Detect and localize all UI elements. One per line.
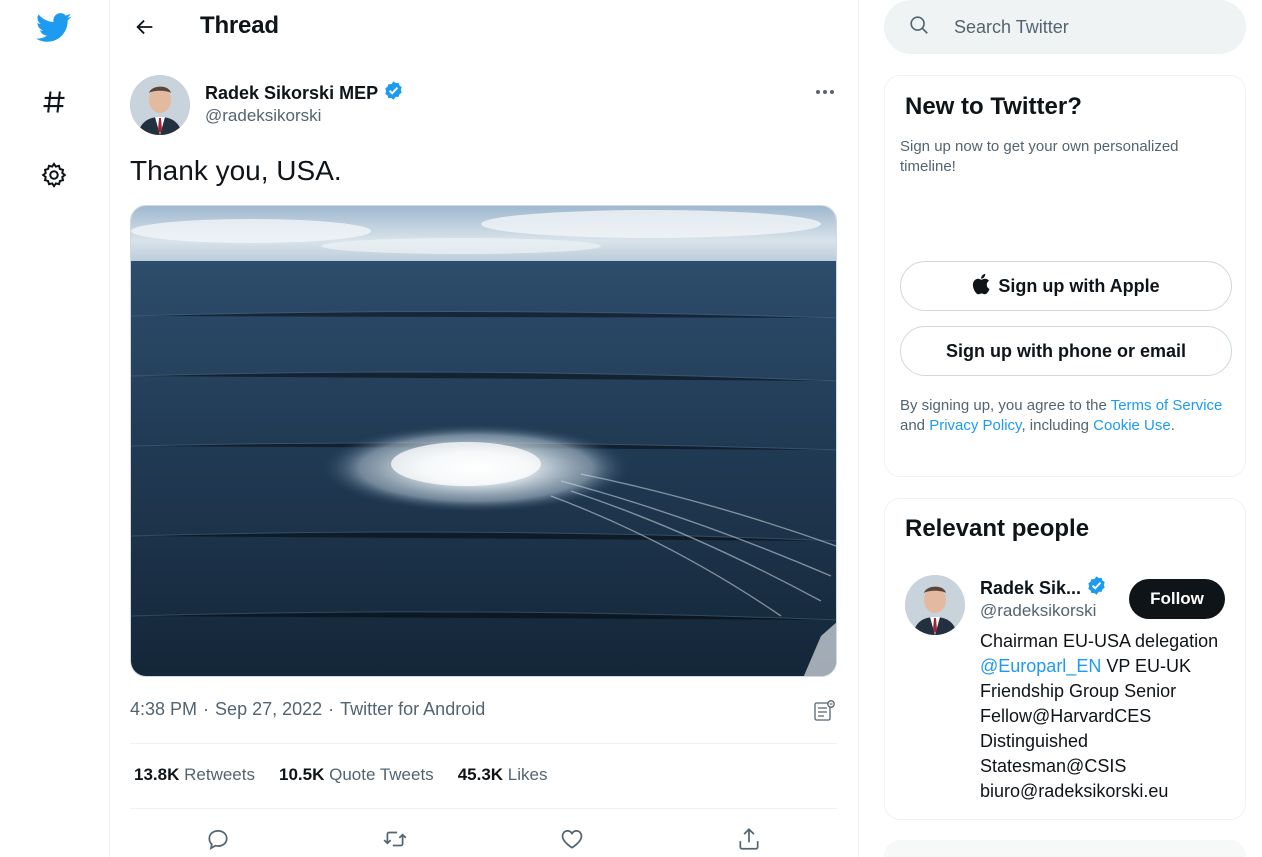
author-handle[interactable]: @radeksikorski [205,106,321,126]
phone-button-label: Sign up with phone or email [945,340,1186,361]
author-name-row[interactable]: Radek Sikorski MEP [205,80,404,106]
europarl-mention-link[interactable]: @Europarl_EN [980,656,1101,676]
search-box[interactable] [884,0,1246,54]
like-heart-icon[interactable] [555,822,589,856]
tweet-source[interactable]: Twitter for Android [340,699,485,720]
signup-subtitle: Sign up now to get your own personalized… [900,138,1179,175]
relevant-people-card: Relevant people Radek Sik... @radeksikor… [884,498,1246,820]
reply-icon[interactable] [201,822,235,856]
author-name[interactable]: Radek Sikorski MEP [205,83,378,104]
more-options-icon[interactable] [810,78,840,106]
meta-separator: · [203,699,210,719]
apple-icon [972,273,990,300]
card-title: Relevant people [905,515,1090,542]
person-bio: Chairman EU-USA delegation @Europarl_EN … [980,631,1219,801]
twitter-logo-icon[interactable] [32,6,76,50]
verified-badge-icon [1086,575,1107,601]
meta-separator: · [328,699,335,719]
back-arrow-icon[interactable] [128,10,162,44]
analytics-icon[interactable] [812,699,836,723]
privacy-policy-link[interactable]: Privacy Policy [929,417,1021,434]
author-avatar[interactable] [130,75,190,135]
terms-of-service-link[interactable]: Terms of Service [1111,397,1223,414]
tweet-time[interactable]: 4:38 PM [130,699,197,720]
divider [130,743,837,744]
tweet-date[interactable]: Sep 27, 2022 [215,699,322,720]
person-name-row[interactable]: Radek Sik... [980,575,1107,601]
retweets-stat[interactable]: 13.8K Retweets [134,765,255,785]
search-icon [908,14,930,41]
retweet-icon[interactable] [378,822,412,856]
left-nav [0,0,110,857]
likes-stat[interactable]: 45.3K Likes [458,765,548,785]
page-title: Thread [200,12,279,39]
person-handle[interactable]: @radeksikorski [980,601,1096,621]
verified-badge-icon [383,80,404,106]
person-name[interactable]: Radek Sik... [980,578,1081,599]
settings-gear-icon[interactable] [32,153,76,197]
next-card-partial [884,840,1246,857]
main-column: Thread Radek Sikorski MEP @radeksikorski… [110,0,859,857]
tweet-photo[interactable] [130,205,837,677]
tweet-stats: 13.8K Retweets 10.5K Quote Tweets 45.3K … [134,765,547,785]
tweet-actions [130,822,837,856]
quote-tweets-stat[interactable]: 10.5K Quote Tweets [279,765,434,785]
divider [130,808,837,809]
explore-hashtag-icon[interactable] [32,80,76,124]
sign-up-phone-email-button[interactable]: Sign up with phone or email [900,326,1232,376]
follow-button[interactable]: Follow [1129,579,1225,619]
search-input[interactable] [954,16,1214,38]
apple-button-label: Sign up with Apple [998,275,1160,296]
person-avatar[interactable] [905,575,965,635]
new-to-twitter-card: New to Twitter? Sign up now to get your … [884,75,1246,477]
signup-legal-text: By signing up, you agree to the Terms of… [900,397,1223,434]
share-icon[interactable] [732,822,766,856]
card-title: New to Twitter? [905,93,1082,120]
tweet-meta: 4:38 PM · Sep 27, 2022 · Twitter for And… [130,699,485,720]
tweet-text: Thank you, USA. [130,155,342,186]
cookie-use-link[interactable]: Cookie Use [1093,417,1171,434]
sign-up-apple-button[interactable]: Sign up with Apple [900,261,1232,311]
